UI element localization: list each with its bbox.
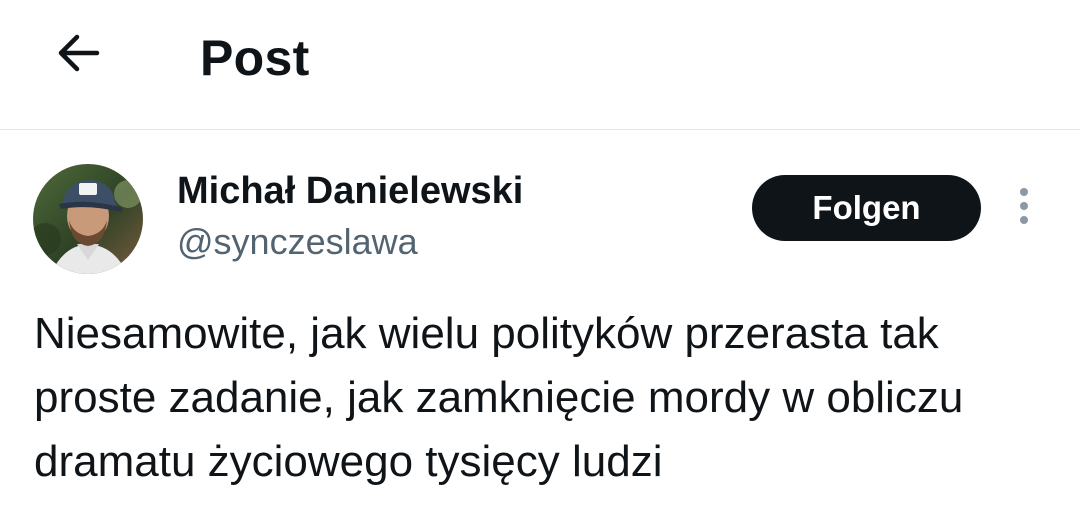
vertical-ellipsis-icon [1018,186,1030,231]
author-handle[interactable]: @synczeslawa [177,220,418,264]
more-options-button[interactable] [1004,184,1044,232]
post-text: Niesamowite, jak wielu polityków przeras… [34,309,964,486]
page-title: Post [200,30,310,86]
arrow-left-icon [53,28,103,83]
follow-button[interactable]: Folgen [752,175,981,241]
author-name[interactable]: Michał Danielewski [177,168,523,214]
avatar[interactable] [33,164,143,274]
back-button[interactable] [40,22,116,88]
top-bar: Post [0,0,1080,130]
